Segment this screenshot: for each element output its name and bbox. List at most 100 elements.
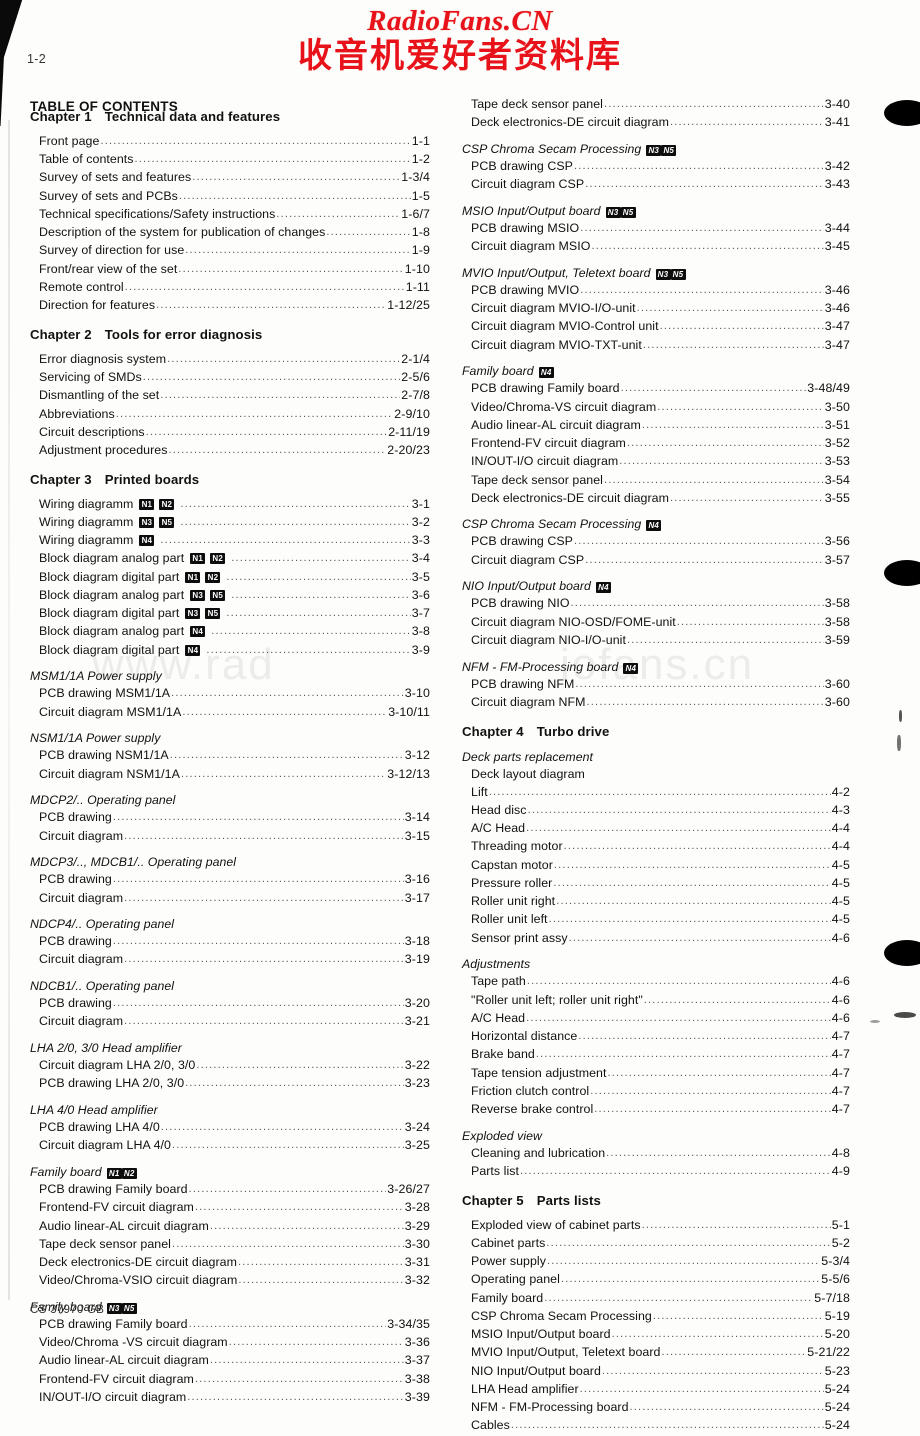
toc-entry[interactable]: LHA Head amplifier 5-24	[462, 1381, 850, 1398]
toc-entry[interactable]: Block diagram analog part N1 N2 3-4	[30, 550, 430, 567]
toc-entry[interactable]: Circuit diagram MSM1/1A 3-10/11	[30, 704, 430, 721]
toc-entry[interactable]: MSIO Input/Output board 5-20	[462, 1326, 850, 1343]
toc-entry[interactable]: Reverse brake control 4-7	[462, 1101, 850, 1118]
toc-entry[interactable]: Front page 1-1	[30, 133, 430, 150]
toc-entry[interactable]: Family board 5-7/18	[462, 1290, 850, 1307]
toc-entry[interactable]: Technical specifications/Safety instruct…	[30, 206, 430, 223]
toc-entry[interactable]: Circuit diagram NIO-OSD/FOME-unit 3-58	[462, 614, 850, 631]
toc-entry[interactable]: PCB drawing CSP 3-42	[462, 158, 850, 175]
toc-entry[interactable]: PCB drawing LHA 4/0 3-24	[30, 1119, 430, 1136]
toc-entry[interactable]: Wiring diagramm N1 N2 3-1	[30, 496, 430, 513]
toc-entry[interactable]: Frontend-FV circuit diagram 3-52	[462, 435, 850, 452]
toc-entry[interactable]: Deck electronics-DE circuit diagram 3-31	[30, 1254, 430, 1271]
toc-entry[interactable]: A/C Head 4-6	[462, 1010, 850, 1027]
toc-entry[interactable]: Wiring diagramm N3 N5 3-2	[30, 514, 430, 531]
toc-entry[interactable]: Block diagram analog part N3 N5 3-6	[30, 587, 430, 604]
toc-entry[interactable]: PCB drawing 3-18	[30, 933, 430, 950]
toc-entry[interactable]: Survey of direction for use 1-9	[30, 242, 430, 259]
toc-entry[interactable]: Circuit descriptions 2-11/19	[30, 424, 430, 441]
toc-entry[interactable]: Cables 5-24	[462, 1417, 850, 1434]
toc-entry[interactable]: Tape deck sensor panel 3-30	[30, 1236, 430, 1253]
toc-entry[interactable]: PCB drawing MVIO 3-46	[462, 282, 850, 299]
toc-entry[interactable]: Roller unit right 4-5	[462, 893, 850, 910]
toc-entry[interactable]: Circuit diagram LHA 2/0, 3/0 3-22	[30, 1057, 430, 1074]
toc-entry[interactable]: CSP Chroma Secam Processing 5-19	[462, 1308, 850, 1325]
toc-entry[interactable]: Lift 4-2	[462, 784, 850, 801]
toc-entry[interactable]: Servicing of SMDs 2-5/6	[30, 369, 430, 386]
toc-entry[interactable]: PCB drawing MSM1/1A 3-10	[30, 685, 430, 702]
toc-entry[interactable]: Circuit diagram 3-17	[30, 890, 430, 907]
toc-entry[interactable]: Block diagram digital part N3 N5 3-7	[30, 605, 430, 622]
toc-entry[interactable]: PCB drawing NSM1/1A 3-12	[30, 747, 430, 764]
toc-entry[interactable]: Circuit diagram MVIO-TXT-unit 3-47	[462, 337, 850, 354]
toc-entry[interactable]: PCB drawing NIO 3-58	[462, 595, 850, 612]
toc-entry[interactable]: PCB drawing 3-20	[30, 995, 430, 1012]
toc-entry[interactable]: Friction clutch control 4-7	[462, 1083, 850, 1100]
toc-entry[interactable]: Audio linear-AL circuit diagram 3-51	[462, 417, 850, 434]
toc-entry[interactable]: NIO Input/Output board 5-23	[462, 1363, 850, 1380]
toc-entry[interactable]: Abbreviations 2-9/10	[30, 406, 430, 423]
toc-entry[interactable]: "Roller unit left; roller unit right" 4-6	[462, 992, 850, 1009]
toc-entry[interactable]: Cleaning and lubrication 4-8	[462, 1145, 850, 1162]
toc-entry[interactable]: Deck electronics-DE circuit diagram 3-55	[462, 490, 850, 507]
toc-entry[interactable]: Error diagnosis system 2-1/4	[30, 351, 430, 368]
toc-entry[interactable]: Deck electronics-DE circuit diagram 3-41	[462, 114, 850, 131]
toc-entry[interactable]: Sensor print assy 4-6	[462, 930, 850, 947]
toc-entry[interactable]: Video/Chroma-VSIO circuit diagram 3-32	[30, 1272, 430, 1289]
toc-entry[interactable]: Deck layout diagram	[462, 766, 850, 783]
toc-entry[interactable]: Survey of sets and PCBs 1-5	[30, 188, 430, 205]
toc-entry[interactable]: Parts list 4-9	[462, 1163, 850, 1180]
toc-entry[interactable]: Tape path 4-6	[462, 973, 850, 990]
toc-entry[interactable]: Tape deck sensor panel 3-54	[462, 472, 850, 489]
toc-entry[interactable]: Circuit diagram MVIO-I/O-unit 3-46	[462, 300, 850, 317]
toc-entry[interactable]: PCB drawing Family board 3-26/27	[30, 1181, 430, 1198]
toc-entry[interactable]: IN/OUT-I/O circuit diagram 3-53	[462, 453, 850, 470]
toc-entry[interactable]: Video/Chroma-VS circuit diagram 3-50	[462, 399, 850, 416]
toc-entry[interactable]: PCB drawing CSP 3-56	[462, 533, 850, 550]
toc-entry[interactable]: Circuit diagram NSM1/1A 3-12/13	[30, 766, 430, 783]
toc-entry[interactable]: PCB drawing 3-14	[30, 809, 430, 826]
toc-entry[interactable]: Video/Chroma -VS circuit diagram 3-36	[30, 1334, 430, 1351]
toc-entry[interactable]: Table of contents 1-2	[30, 151, 430, 168]
toc-entry[interactable]: IN/OUT-I/O circuit diagram 3-39	[30, 1389, 430, 1406]
toc-entry[interactable]: Pressure roller 4-5	[462, 875, 850, 892]
toc-entry[interactable]: Horizontal distance 4-7	[462, 1028, 850, 1045]
toc-entry[interactable]: Operating panel 5-5/6	[462, 1271, 850, 1288]
toc-entry[interactable]: PCB drawing Family board 3-34/35	[30, 1316, 430, 1333]
toc-entry[interactable]: Brake band 4-7	[462, 1046, 850, 1063]
toc-entry[interactable]: Adjustment procedures 2-20/23	[30, 442, 430, 459]
toc-entry[interactable]: Block diagram analog part N4 3-8	[30, 623, 430, 640]
toc-entry[interactable]: Circuit diagram NIO-I/O-unit 3-59	[462, 632, 850, 649]
toc-entry[interactable]: PCB drawing NFM 3-60	[462, 676, 850, 693]
toc-entry[interactable]: Power supply 5-3/4	[462, 1253, 850, 1270]
toc-entry[interactable]: Circuit diagram MSIO 3-45	[462, 238, 850, 255]
toc-entry[interactable]: Frontend-FV circuit diagram 3-28	[30, 1199, 430, 1216]
toc-entry[interactable]: Exploded view of cabinet parts 5-1	[462, 1217, 850, 1234]
toc-entry[interactable]: Circuit diagram 3-19	[30, 951, 430, 968]
toc-entry[interactable]: Front/rear view of the set 1-10	[30, 261, 430, 278]
toc-entry[interactable]: Description of the system for publicatio…	[30, 224, 430, 241]
toc-entry[interactable]: PCB drawing 3-16	[30, 871, 430, 888]
toc-entry[interactable]: Circuit diagram LHA 4/0 3-25	[30, 1137, 430, 1154]
toc-entry[interactable]: Audio linear-AL circuit diagram 3-29	[30, 1218, 430, 1235]
toc-entry[interactable]: Roller unit left 4-5	[462, 911, 850, 928]
toc-entry[interactable]: Circuit diagram 3-21	[30, 1013, 430, 1030]
toc-entry[interactable]: Circuit diagram MVIO-Control unit 3-47	[462, 318, 850, 335]
toc-entry[interactable]: Block diagram digital part N1 N2 3-5	[30, 569, 430, 586]
toc-entry[interactable]: Audio linear-AL circuit diagram 3-37	[30, 1352, 430, 1369]
toc-entry[interactable]: Head disc 4-3	[462, 802, 850, 819]
toc-entry[interactable]: Tape deck sensor panel 3-40	[462, 96, 850, 113]
toc-entry[interactable]: Capstan motor 4-5	[462, 857, 850, 874]
toc-entry[interactable]: A/C Head 4-4	[462, 820, 850, 837]
toc-entry[interactable]: PCB drawing MSIO 3-44	[462, 220, 850, 237]
toc-entry[interactable]: PCB drawing Family board 3-48/49	[462, 380, 850, 397]
toc-entry[interactable]: Direction for features 1-12/25	[30, 297, 430, 314]
toc-entry[interactable]: Circuit diagram 3-15	[30, 828, 430, 845]
toc-entry[interactable]: Block diagram digital part N4 3-9	[30, 642, 430, 659]
toc-entry[interactable]: Circuit diagram CSP 3-43	[462, 176, 850, 193]
toc-entry[interactable]: Threading motor 4-4	[462, 838, 850, 855]
toc-entry[interactable]: Cabinet parts 5-2	[462, 1235, 850, 1252]
toc-entry[interactable]: PCB drawing LHA 2/0, 3/0 3-23	[30, 1075, 430, 1092]
toc-entry[interactable]: Wiring diagramm N4 3-3	[30, 532, 430, 549]
toc-entry[interactable]: Tape tension adjustment 4-7	[462, 1065, 850, 1082]
